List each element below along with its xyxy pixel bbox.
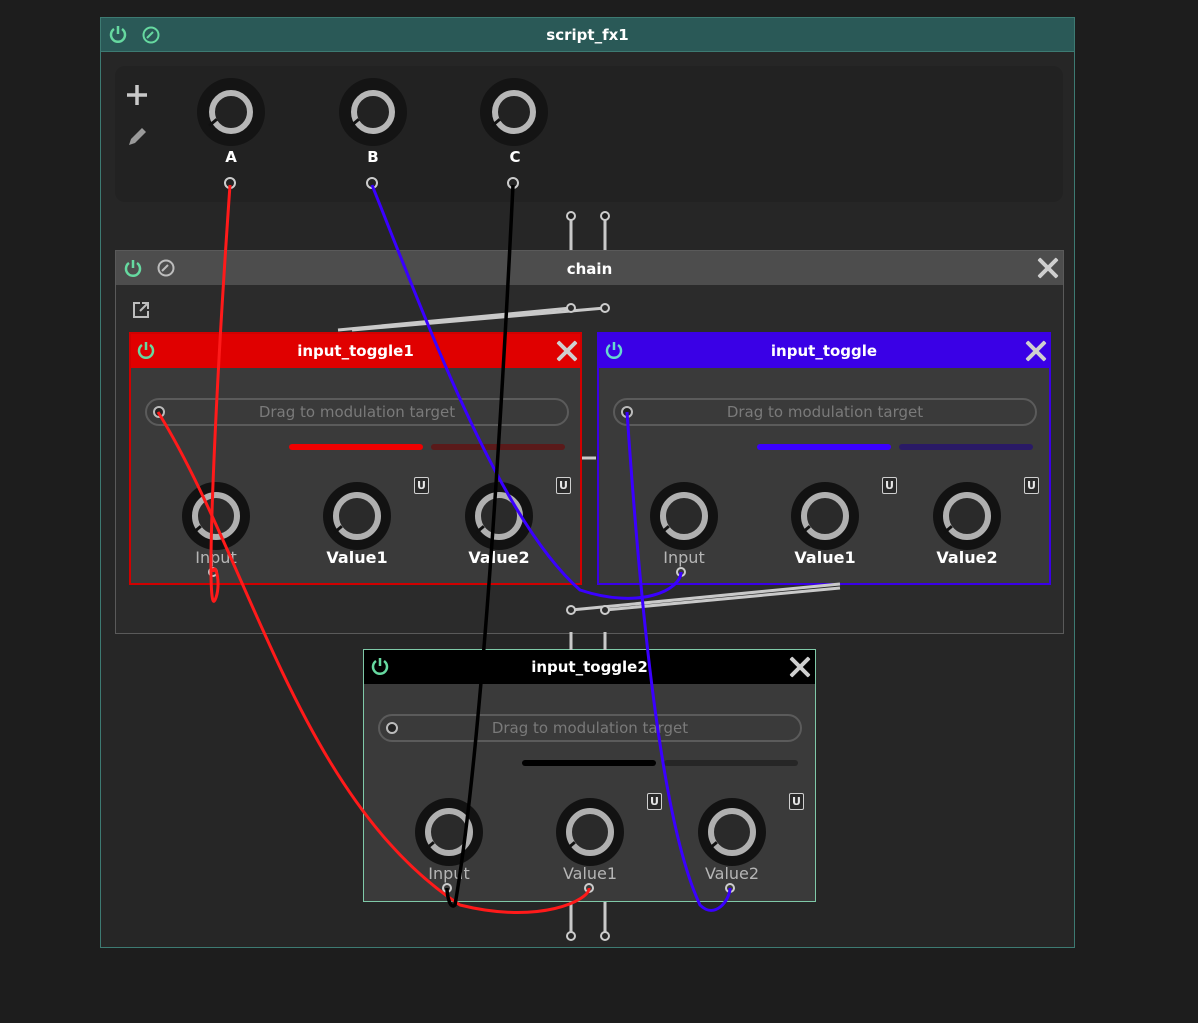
cable-toggle1-to-toggle2-value1[interactable] — [156, 411, 591, 914]
cable-a-to-toggle1-input[interactable] — [209, 184, 232, 603]
cable-toggle-to-toggle2-value2[interactable] — [625, 411, 732, 912]
audio-routing-lines — [337, 214, 841, 936]
connection-ports[interactable] — [208, 177, 735, 941]
cable-c-to-toggle2-input[interactable] — [445, 184, 515, 908]
cable-overlay — [156, 177, 841, 941]
cable-b-to-toggle-input[interactable] — [370, 184, 683, 600]
